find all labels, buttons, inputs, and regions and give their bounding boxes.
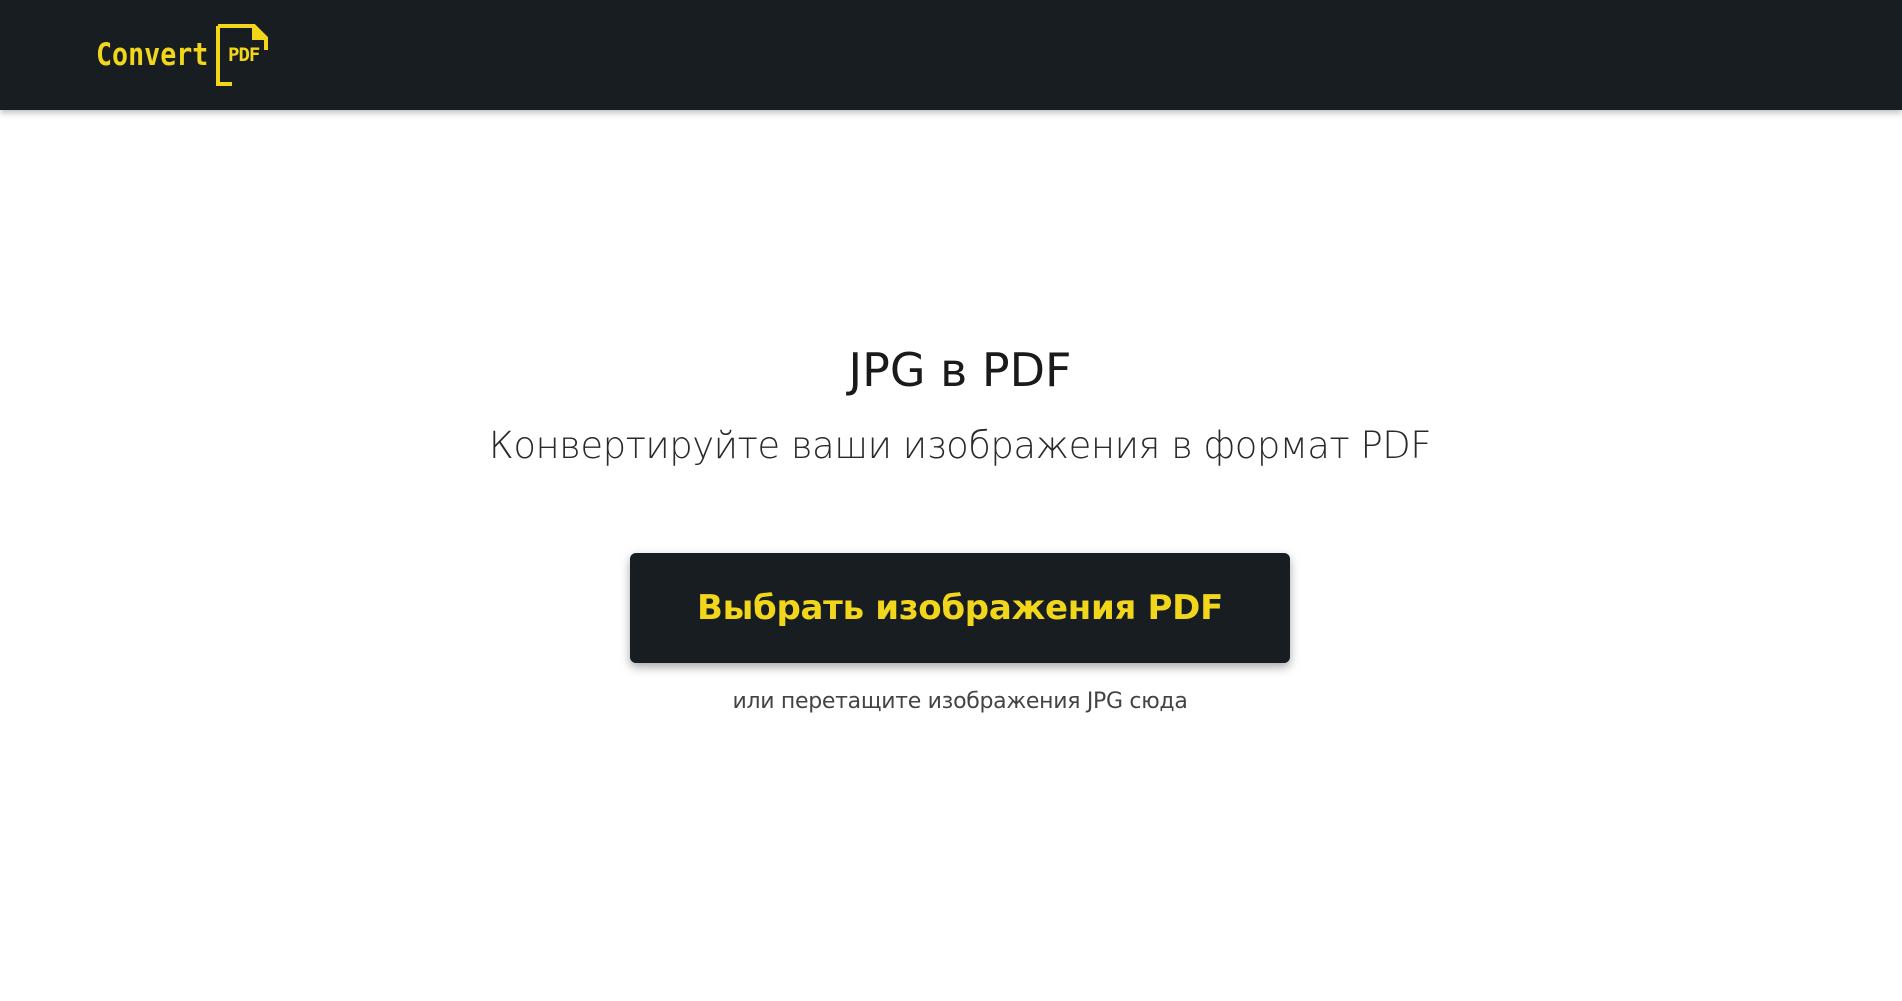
- site-logo[interactable]: Convert PDF: [96, 24, 274, 86]
- page-title: JPG в PDF: [848, 343, 1072, 397]
- select-images-button[interactable]: Выбрать изображения PDF: [630, 553, 1290, 663]
- drop-zone-hint: или перетащите изображения JPG сюда: [732, 689, 1188, 714]
- page-subtitle: Конвертируйте ваши изображения в формат …: [488, 424, 1432, 467]
- pdf-document-icon: PDF: [214, 24, 274, 86]
- logo-pdf-label: PDF: [228, 44, 260, 66]
- site-header: Convert PDF: [0, 0, 1902, 110]
- logo-text: Convert: [96, 37, 209, 73]
- main-content: JPG в PDF Конвертируйте ваши изображения…: [0, 110, 1902, 1001]
